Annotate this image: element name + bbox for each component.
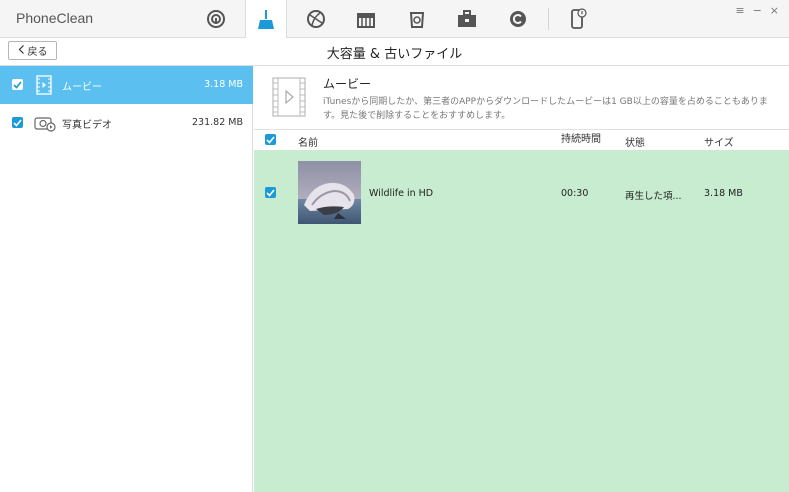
internet-clean-icon[interactable] xyxy=(296,0,336,38)
sidebar-item-photo-video[interactable]: 写真ビデオ 231.82 MB xyxy=(0,104,253,142)
title-bar: PhoneClean ≡ − × xyxy=(0,0,789,39)
file-status: 再生した項... xyxy=(625,191,682,202)
page-title: 大容量 & 古いファイル xyxy=(326,47,463,62)
sidebar-item-checkbox[interactable] xyxy=(12,79,23,90)
category-description: iTunesから同期したか、第三者のAPPからダウンロードしたムービーは1 GB… xyxy=(323,97,768,121)
quick-clean-icon[interactable] xyxy=(196,0,236,38)
movie-icon xyxy=(272,77,306,117)
file-list: Wildlife in HD 00:30 再生した項... 3.18 MB xyxy=(254,150,789,492)
movie-icon xyxy=(34,75,54,95)
privacy-clean-icon[interactable] xyxy=(346,0,386,38)
table-row[interactable]: Wildlife in HD 00:30 再生した項... 3.18 MB xyxy=(254,150,789,234)
row-checkbox[interactable] xyxy=(265,187,276,198)
sidebar-item-size: 231.82 MB xyxy=(192,117,243,128)
category-title: ムービー xyxy=(323,77,372,91)
column-header-name[interactable]: 名前 xyxy=(298,134,318,149)
minimize-button[interactable]: − xyxy=(753,4,762,17)
column-header-status[interactable]: 状態 xyxy=(625,134,645,149)
window-controls: ≡ − × xyxy=(735,4,779,17)
sidebar-item-movies[interactable]: ムービー 3.18 MB xyxy=(0,66,253,104)
column-header-duration[interactable]: 持続時間 xyxy=(561,130,601,145)
sidebar-item-checkbox[interactable] xyxy=(12,117,23,128)
column-header-size[interactable]: サイズ xyxy=(704,134,734,149)
toolbar-divider xyxy=(548,8,549,30)
sidebar-item-label: 写真ビデオ xyxy=(62,120,112,131)
file-duration: 00:30 xyxy=(561,188,589,199)
file-size: 3.18 MB xyxy=(704,188,743,199)
copyright-icon[interactable] xyxy=(498,0,538,38)
menu-button[interactable]: ≡ xyxy=(735,4,744,17)
close-button[interactable]: × xyxy=(770,4,779,17)
device-info-icon[interactable] xyxy=(557,0,597,38)
file-name: Wildlife in HD xyxy=(369,188,434,199)
recycle-icon[interactable] xyxy=(397,0,437,38)
sidebar-item-label: ムービー xyxy=(62,82,102,93)
toolbox-icon[interactable] xyxy=(447,0,487,38)
header-bar: 戻る 大容量 & 古いファイル xyxy=(0,38,789,66)
sidebar-item-size: 3.18 MB xyxy=(204,79,243,90)
sidebar: ムービー 3.18 MB 写真ビデオ 231.82 MB xyxy=(0,66,253,492)
photo-video-icon xyxy=(34,113,56,133)
clean-icon[interactable] xyxy=(245,0,287,39)
category-info: ムービー iTunesから同期したか、第三者のAPPからダウンロードしたムービー… xyxy=(254,67,789,130)
table-header: 名前 持続時間 状態 サイズ xyxy=(254,130,789,150)
video-thumbnail xyxy=(298,161,361,224)
select-all-checkbox[interactable] xyxy=(265,134,276,145)
app-title: PhoneClean xyxy=(16,10,94,26)
